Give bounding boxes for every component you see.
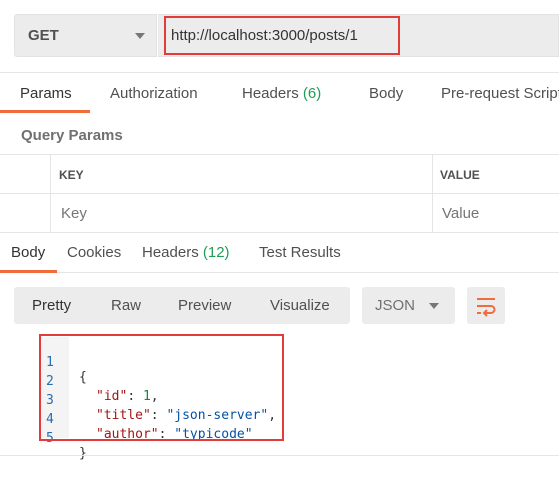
tab-test-results[interactable]: Test Results	[259, 244, 341, 261]
format-label: JSON	[375, 297, 416, 314]
param-value-input[interactable]	[442, 205, 532, 222]
response-body-code[interactable]: 1 { 2 "id": 1, 3 "title": "json-server",…	[0, 334, 559, 461]
response-headers-count-badge: (12)	[202, 244, 230, 261]
tab-response-body[interactable]: Body	[11, 244, 45, 261]
tab-response-headers[interactable]: Headers (12)	[142, 244, 230, 261]
view-visualize-button[interactable]: Visualize	[270, 297, 330, 314]
column-header-value: VALUE	[440, 168, 480, 182]
query-params-title: Query Params	[21, 127, 123, 144]
table-row	[0, 194, 559, 233]
code-line: 2 "id": 1,	[46, 374, 159, 404]
view-pretty-button[interactable]: Pretty	[32, 297, 71, 314]
code-line: 1 {	[0, 340, 87, 385]
wrap-lines-icon	[477, 298, 496, 317]
headers-count-badge: (6)	[302, 85, 322, 102]
view-raw-button[interactable]: Raw	[111, 297, 141, 314]
tab-pre-request-script[interactable]: Pre-request Script	[441, 85, 559, 102]
chevron-down-icon	[135, 33, 145, 39]
divider	[0, 455, 559, 456]
code-line: 4 "author": "typicode"	[46, 412, 253, 442]
param-key-input[interactable]	[61, 205, 151, 222]
code-line: 3 "title": "json-server",	[46, 393, 277, 423]
request-tabs: Params Authorization Headers (6) Body Pr…	[0, 73, 559, 113]
url-highlight-box	[164, 16, 400, 55]
column-divider	[50, 194, 51, 233]
close-brace: }	[79, 446, 87, 461]
params-table: KEY VALUE	[0, 154, 559, 233]
chevron-down-icon	[429, 303, 439, 309]
view-mode-group: Pretty Raw Preview Visualize	[14, 287, 350, 324]
code-line: 5 }	[0, 416, 87, 461]
wrap-lines-button[interactable]	[467, 287, 505, 324]
view-preview-button[interactable]: Preview	[178, 297, 231, 314]
column-divider	[432, 155, 433, 194]
tab-headers[interactable]: Headers (6)	[242, 85, 321, 102]
tab-authorization[interactable]: Authorization	[110, 85, 198, 102]
method-select[interactable]: GET	[14, 14, 157, 57]
tab-params[interactable]: Params	[20, 85, 72, 102]
response-tabs: Body Cookies Headers (12) Test Results	[0, 233, 559, 273]
method-label: GET	[28, 27, 59, 44]
response-highlight-box	[39, 334, 284, 441]
column-divider	[50, 155, 51, 194]
request-bar: GET http://localhost:3000/posts/1	[0, 0, 559, 72]
tab-body[interactable]: Body	[369, 85, 403, 102]
table-header-row: KEY VALUE	[0, 155, 559, 194]
active-tab-indicator	[0, 270, 57, 273]
format-select[interactable]: JSON	[362, 287, 455, 324]
active-tab-indicator	[0, 110, 90, 113]
column-divider	[432, 194, 433, 233]
tab-cookies[interactable]: Cookies	[67, 244, 121, 261]
column-header-key: KEY	[59, 168, 84, 182]
